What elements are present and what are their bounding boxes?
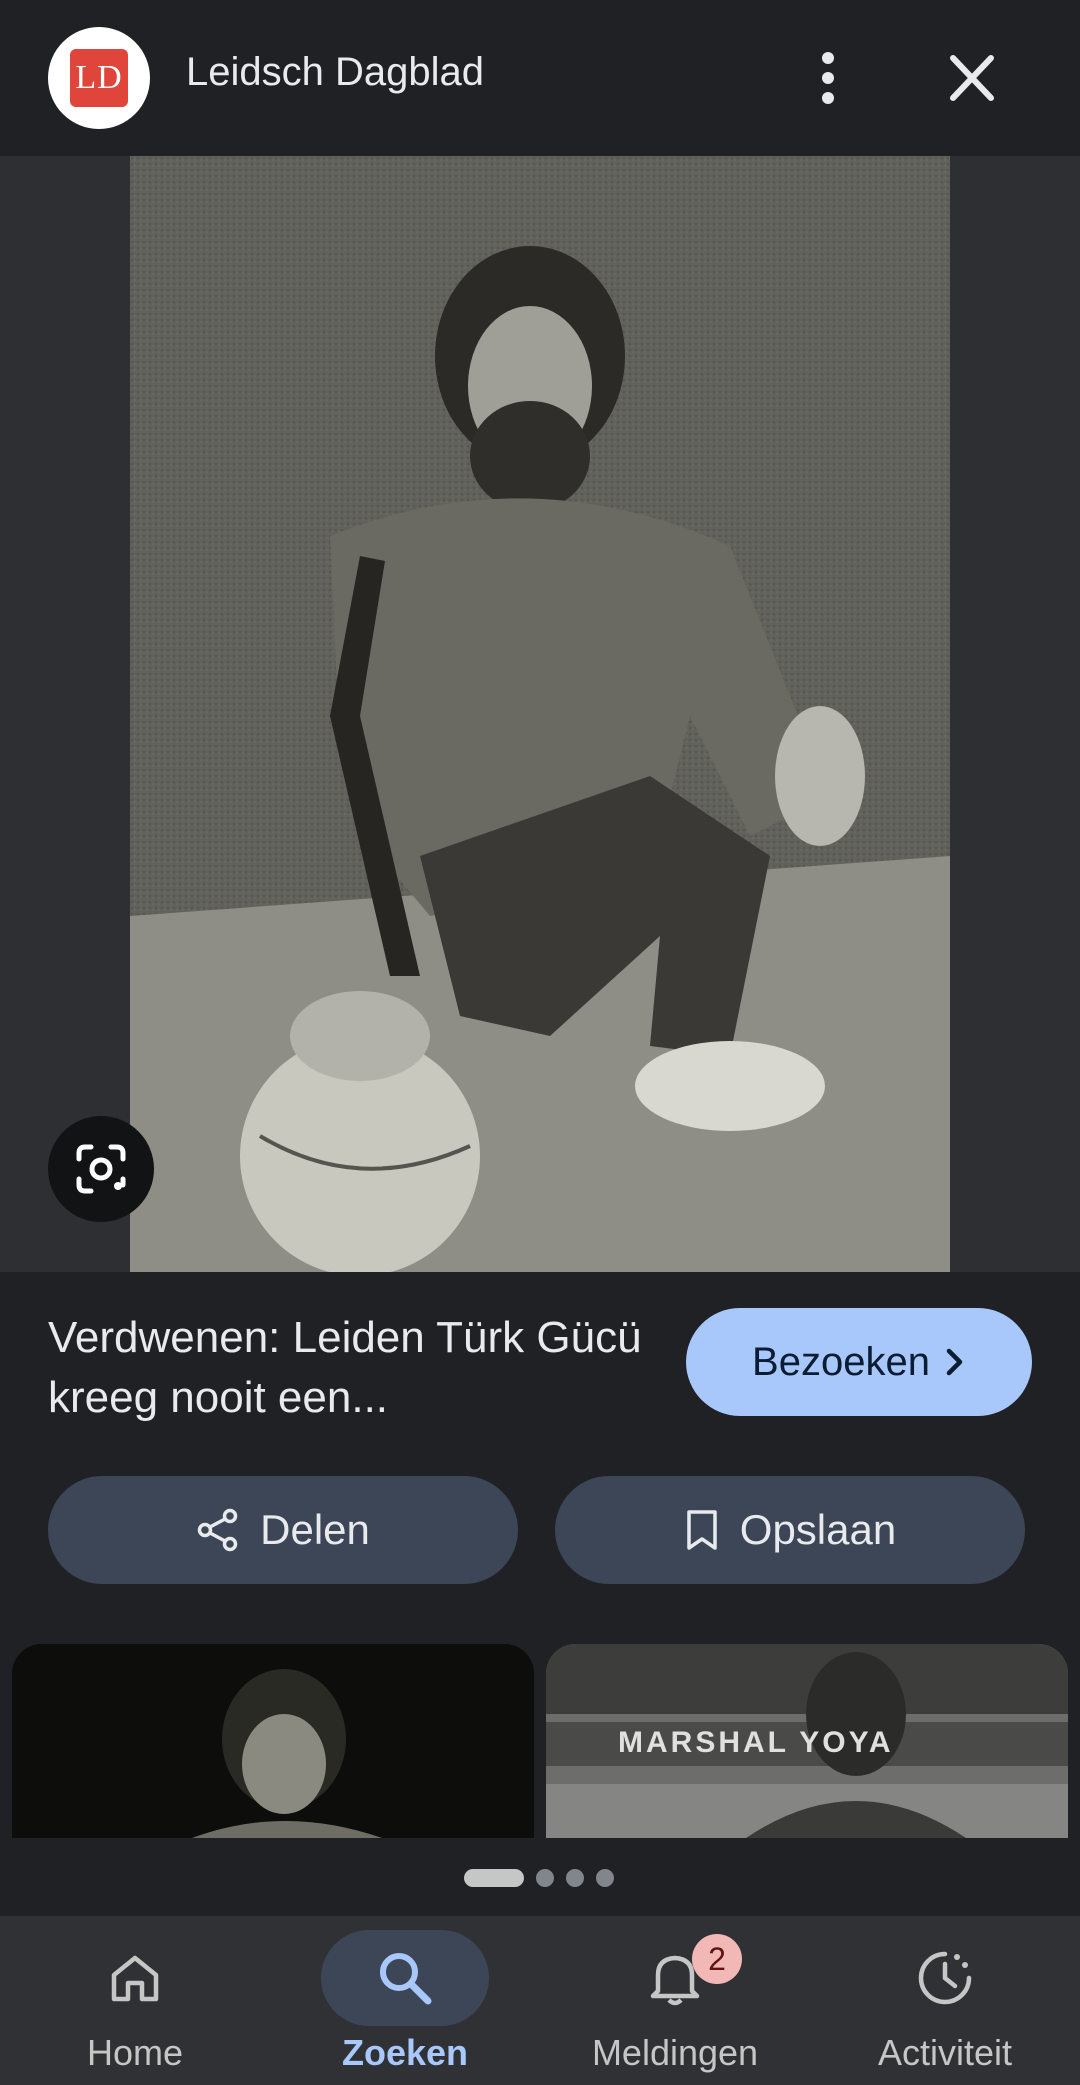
share-icon — [197, 1508, 238, 1552]
save-label: Opslaan — [739, 1506, 897, 1553]
home-icon — [111, 1955, 159, 2002]
chevron-right-icon — [946, 1348, 963, 1376]
stadium-banner-text: MARSHAL YOYA — [618, 1726, 894, 1759]
related-image-1[interactable] — [12, 1644, 534, 1838]
source-name[interactable]: Leidsch Dagblad — [186, 50, 484, 95]
related-image-2[interactable]: MARSHAL YOYA — [546, 1644, 1068, 1838]
result-title[interactable]: Verdwenen: Leiden Türk Gücü kreeg nooit … — [48, 1308, 648, 1428]
page-dot[interactable] — [536, 1869, 554, 1887]
main-image[interactable] — [130, 156, 950, 1272]
visit-label: Bezoeken — [752, 1339, 930, 1384]
home-icon-wrap — [51, 1930, 219, 2026]
page-dot-active[interactable] — [464, 1869, 524, 1887]
activity-icon — [918, 1951, 972, 2005]
image-preview-area — [0, 156, 1080, 1272]
more-vert-icon[interactable] — [808, 50, 848, 106]
close-icon[interactable] — [945, 50, 999, 106]
nav-search[interactable]: Zoeken — [270, 1916, 540, 2085]
share-label: Delen — [260, 1506, 370, 1553]
pagination-dots — [464, 1868, 614, 1888]
bottom-nav: Home Zoeken 2 Meldingen Activiteit — [0, 1916, 1080, 2085]
visit-button[interactable]: Bezoeken — [686, 1308, 1032, 1416]
notification-badge: 2 — [692, 1934, 742, 1984]
activity-icon-wrap — [861, 1930, 1029, 2026]
nav-home[interactable]: Home — [0, 1916, 270, 2085]
lens-icon — [76, 1144, 126, 1194]
viewer-header: LD Leidsch Dagblad — [0, 0, 1080, 156]
nav-activity-label: Activiteit — [877, 2032, 1013, 2073]
google-lens-button[interactable] — [48, 1116, 154, 1222]
source-logo[interactable]: LD — [48, 27, 150, 129]
page-dot[interactable] — [566, 1869, 584, 1887]
share-button[interactable]: Delen — [48, 1476, 518, 1584]
search-icon — [380, 1953, 432, 2005]
nav-home-label: Home — [86, 2032, 184, 2073]
search-icon-wrap — [321, 1930, 489, 2026]
nav-activity[interactable]: Activiteit — [810, 1916, 1080, 2085]
save-button[interactable]: Opslaan — [555, 1476, 1025, 1584]
bookmark-icon — [687, 1510, 717, 1550]
nav-notifications-label: Meldingen — [591, 2032, 759, 2073]
nav-notifications[interactable]: 2 Meldingen — [540, 1916, 810, 2085]
source-logo-mark: LD — [70, 49, 128, 107]
page-dot[interactable] — [596, 1869, 614, 1887]
nav-search-label: Zoeken — [341, 2032, 469, 2073]
